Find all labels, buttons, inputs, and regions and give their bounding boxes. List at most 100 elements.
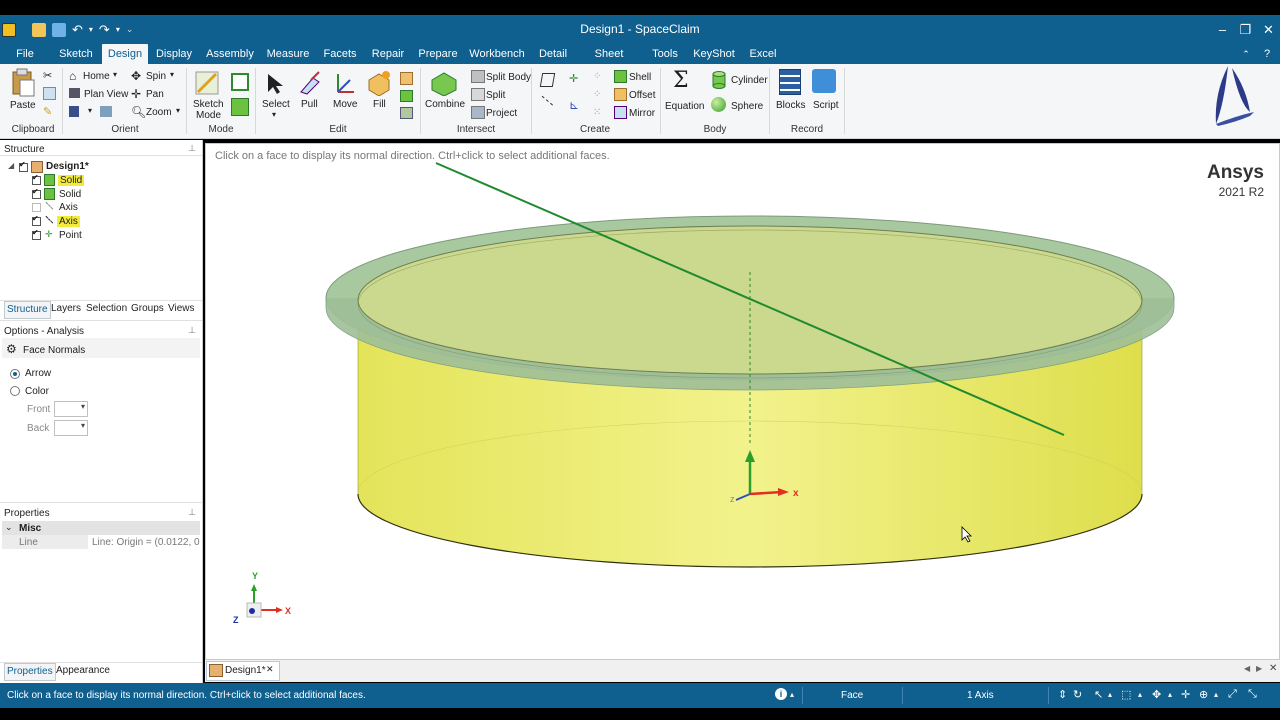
tab-appearance[interactable]: Appearance — [56, 665, 110, 676]
tab-prepare[interactable]: Prepare — [416, 44, 460, 64]
tools-status-icon[interactable]: ⤡ — [1248, 688, 1257, 701]
tab-excel[interactable]: Excel — [746, 44, 780, 64]
tab-structure[interactable]: Structure — [4, 301, 51, 319]
blocks-button[interactable]: Blocks — [776, 100, 805, 111]
cut-icon[interactable]: ✂ — [43, 69, 52, 82]
select-icon[interactable] — [265, 72, 285, 96]
spin-dropdown-icon[interactable]: ▾ — [170, 70, 174, 79]
axis-1-checkbox[interactable] — [32, 203, 41, 212]
tab-measure[interactable]: Measure — [264, 44, 312, 64]
format-painter-icon[interactable]: ✎ — [43, 105, 52, 118]
arrow-radio[interactable] — [10, 369, 20, 379]
spin-status-dropdown-icon[interactable]: ▴ — [1168, 690, 1172, 699]
pan-status-icon[interactable]: ✛ — [1181, 688, 1190, 701]
minimize-button[interactable]: – — [1211, 15, 1234, 44]
home-button[interactable]: Home — [83, 71, 110, 82]
model-canvas[interactable] — [206, 144, 1279, 659]
tab-keyshot[interactable]: KeyShot — [692, 44, 736, 64]
tab-views[interactable]: Views — [168, 303, 195, 314]
solid-1-checkbox[interactable] — [32, 173, 41, 185]
tree-item-solid-1[interactable]: Solid — [58, 175, 85, 186]
expand-arrow-icon[interactable]: ◢ — [8, 161, 14, 170]
color-radio[interactable] — [10, 386, 20, 396]
move-button[interactable]: Move — [333, 99, 357, 110]
tab-facets[interactable]: Facets — [320, 44, 360, 64]
pull-icon[interactable] — [297, 70, 323, 96]
circular-pattern-icon[interactable]: ⁙ — [593, 107, 601, 118]
mirror-icon[interactable] — [614, 106, 627, 119]
project-icon[interactable] — [471, 106, 485, 119]
doc-tab-close-icon[interactable]: ✕ — [266, 664, 274, 675]
status-select-icon[interactable]: ↖ — [1094, 688, 1103, 701]
pin-icon[interactable]: ⊥ — [188, 143, 196, 154]
status-move-icon[interactable]: ⇕ — [1058, 688, 1067, 701]
script-button[interactable]: Script — [813, 100, 839, 111]
axis-2-checkbox[interactable] — [32, 214, 41, 226]
tree-item-solid-2[interactable]: Solid — [59, 189, 81, 200]
split-icon[interactable] — [471, 88, 485, 101]
plane-icon[interactable] — [539, 73, 556, 87]
pan-button[interactable]: Pan — [146, 89, 164, 100]
info-icon[interactable]: i — [775, 688, 787, 700]
tree-item-axis-1[interactable]: Axis — [59, 202, 78, 213]
tree-item-point[interactable]: Point — [59, 230, 82, 241]
view-dropdown-icon[interactable]: ▾ — [88, 106, 92, 115]
home-icon[interactable]: ⌂ — [69, 69, 76, 83]
3d-mode-icon[interactable] — [231, 98, 249, 116]
paste-button[interactable]: Paste — [10, 100, 36, 111]
selection-count[interactable]: 1 Axis — [967, 690, 994, 701]
front-color-dropdown[interactable] — [54, 401, 88, 417]
coordinate-system-icon[interactable]: ⊾ — [569, 98, 579, 112]
paste-icon[interactable] — [10, 68, 36, 98]
pin-icon[interactable]: ⊥ — [188, 325, 196, 336]
split-body-icon[interactable] — [471, 70, 485, 83]
sphere-icon[interactable] — [711, 97, 726, 112]
tab-properties[interactable]: Properties — [4, 663, 56, 681]
tab-detail[interactable]: Detail — [534, 44, 572, 64]
sketch-mode-label-1[interactable]: Sketch — [193, 99, 224, 110]
zoom-button[interactable]: Zoom — [146, 107, 172, 118]
copy-icon[interactable] — [43, 87, 56, 100]
tab-selection[interactable]: Selection — [86, 303, 127, 314]
shell-button[interactable]: Shell — [629, 72, 651, 83]
help-icon[interactable]: ? — [1258, 44, 1276, 64]
point-checkbox[interactable] — [32, 228, 41, 240]
pan-icon[interactable]: ✛ — [131, 87, 141, 101]
linear-pattern-icon[interactable]: ⁘ — [593, 89, 601, 100]
axis-tool-icon[interactable] — [540, 95, 554, 107]
box-select-icon[interactable]: ⬚ — [1121, 688, 1131, 701]
equation-button[interactable]: Equation — [665, 101, 704, 112]
tab-assembly[interactable]: Assembly — [204, 44, 256, 64]
box-select-dropdown-icon[interactable]: ▴ — [1138, 690, 1142, 699]
close-all-tabs-icon[interactable]: ✕ — [1269, 663, 1277, 674]
plan-view-button[interactable]: Plan View — [84, 89, 128, 100]
view-status-icon[interactable]: ⤢ — [1228, 688, 1237, 701]
script-icon[interactable] — [812, 69, 836, 93]
cylinder-icon[interactable] — [711, 70, 727, 90]
pin-icon[interactable]: ⊥ — [188, 507, 196, 518]
spin-button[interactable]: Spin — [146, 71, 166, 82]
combine-icon[interactable] — [430, 70, 458, 96]
split-button[interactable]: Split — [486, 90, 505, 101]
back-color-dropdown[interactable] — [54, 420, 88, 436]
edit-tool-3-icon[interactable] — [400, 107, 413, 119]
combine-button[interactable]: Combine — [425, 99, 465, 110]
spin-status-icon[interactable]: ✥ — [1152, 688, 1161, 701]
blocks-icon[interactable] — [779, 69, 801, 95]
tab-groups[interactable]: Groups — [131, 303, 164, 314]
tab-sketch[interactable]: Sketch — [56, 44, 96, 64]
tab-scroll-right-icon[interactable]: ▶ — [1256, 664, 1262, 673]
zoom-status-dropdown-icon[interactable]: ▴ — [1214, 690, 1218, 699]
plan-view-icon[interactable] — [69, 88, 80, 98]
maximize-button[interactable]: ❐ — [1234, 15, 1257, 44]
select-mode-dropdown-icon[interactable]: ▴ — [1108, 690, 1112, 699]
collapse-icon[interactable]: ⌄ — [5, 522, 13, 533]
home-dropdown-icon[interactable]: ▾ — [113, 70, 117, 79]
sphere-button[interactable]: Sphere — [731, 101, 763, 112]
solid-2-checkbox[interactable] — [32, 187, 41, 199]
line-property-value[interactable]: Line: Origin = (0.0122, 0.0 — [92, 537, 200, 548]
selection-type[interactable]: Face — [841, 690, 863, 701]
spin-icon[interactable]: ✥ — [131, 69, 141, 83]
tree-item-axis-2[interactable]: Axis — [57, 216, 80, 227]
doc-tab-label[interactable]: Design1* — [225, 665, 266, 676]
